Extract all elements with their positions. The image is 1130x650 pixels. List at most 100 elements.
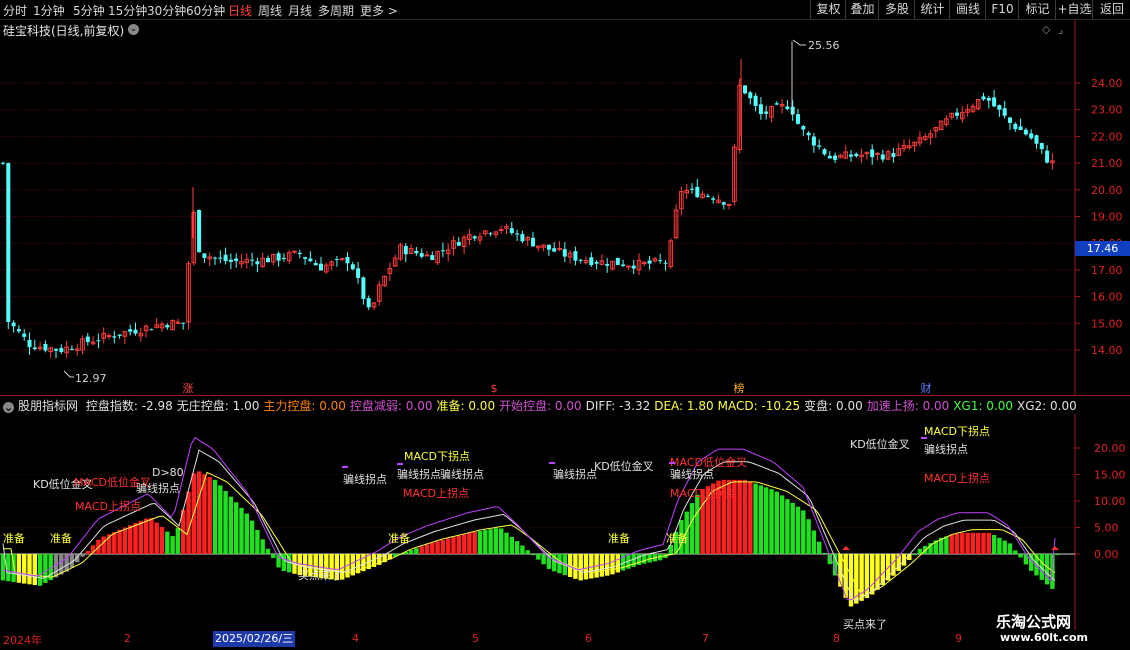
macd-bar <box>265 548 271 554</box>
ind-tick-label: 15.00 <box>1094 469 1126 482</box>
date-label: 2 <box>124 632 131 645</box>
event-marker: 榜 <box>734 381 745 395</box>
toolbar-button[interactable]: 多股 <box>878 0 915 19</box>
candle-body <box>880 154 885 160</box>
macd-bar <box>37 554 43 586</box>
signal-label: 准备 <box>666 531 688 545</box>
macd-bar <box>981 532 986 554</box>
marker-dash <box>397 463 403 465</box>
candle-body <box>303 257 308 259</box>
period-tab[interactable]: 30分钟 <box>147 2 186 19</box>
candle-body <box>334 258 339 260</box>
candle-body <box>658 260 663 262</box>
candle-body <box>785 106 790 110</box>
toolbar-button[interactable]: 返回 <box>1092 0 1130 19</box>
signal-label: KD低位金叉 <box>594 459 654 473</box>
macd-bar <box>212 479 218 554</box>
candle-body <box>562 249 567 257</box>
candle-body <box>647 260 652 264</box>
candle-body <box>806 132 811 136</box>
period-tab[interactable]: 日线 <box>228 2 252 19</box>
macd-bar <box>960 532 965 554</box>
candle-body <box>1023 129 1028 135</box>
toolbar-button[interactable]: 叠加 <box>845 0 879 19</box>
high-price-label: 25.56 <box>808 39 840 52</box>
toolbar-button[interactable]: 画线 <box>949 0 986 19</box>
macd-bar <box>488 529 493 554</box>
period-tab[interactable]: 5分钟 <box>73 2 105 19</box>
macd-bar <box>446 538 451 554</box>
macd-bar <box>779 495 785 554</box>
macd-bar <box>1018 554 1023 558</box>
macd-bar <box>461 534 467 554</box>
period-tab[interactable]: 更多 > <box>360 2 398 19</box>
date-label: 7 <box>702 632 709 645</box>
macd-bar <box>970 532 976 554</box>
macd-bar <box>27 554 32 585</box>
candle-body <box>223 254 228 262</box>
event-marker: $ <box>491 382 498 395</box>
candle-body <box>22 333 27 337</box>
date-axis: 2024年 2 2025/02/26/三 4 5 6 7 8 9 <box>0 631 1075 650</box>
date-label: 5 <box>472 632 479 645</box>
macd-bar <box>795 506 801 554</box>
period-tab[interactable]: 1分钟 <box>33 2 65 19</box>
macd-bar <box>234 502 239 554</box>
macd-bar <box>32 554 37 586</box>
indicator-chart[interactable]: 20.0015.0010.005.000.00KD低位金叉MACD低位金叉骗线拐… <box>0 396 1130 630</box>
candle-body <box>690 188 694 190</box>
toolbar-button[interactable]: 统计 <box>914 0 950 19</box>
candle-body <box>281 257 286 259</box>
candle-body <box>520 234 525 242</box>
candle-body <box>350 264 355 270</box>
candle-body <box>721 202 726 205</box>
macd-bar <box>1055 554 1060 555</box>
macd-bar <box>811 530 817 554</box>
macd-bar <box>80 554 85 557</box>
price-tick-label: 24.00 <box>1091 77 1123 90</box>
candlestick-chart[interactable]: 24.0023.0022.0021.0020.0019.0018.0017.00… <box>0 20 1130 396</box>
low-arrow <box>63 370 74 378</box>
candle-body <box>774 103 779 105</box>
candle-body <box>1034 135 1039 144</box>
macd-bar <box>541 554 546 565</box>
macd-bar <box>949 534 954 554</box>
candle-body <box>308 258 313 262</box>
macd-bar <box>408 550 414 554</box>
candle-body <box>631 265 636 269</box>
macd-bar <box>605 554 610 576</box>
period-tab[interactable]: 月线 <box>288 2 312 19</box>
candle-body <box>213 257 217 259</box>
signal-label: D>80 <box>152 466 184 479</box>
macd-bar <box>583 554 589 580</box>
candle-body <box>27 339 32 348</box>
candle-body <box>181 322 186 324</box>
period-tab[interactable]: 15分钟 <box>108 2 147 19</box>
macd-bar <box>11 554 16 583</box>
macd-bar <box>101 536 106 554</box>
toolbar-button[interactable]: 复权 <box>810 0 846 19</box>
ind-tick-label: 0.00 <box>1094 548 1119 561</box>
candle-body <box>695 186 700 198</box>
toolbar-button[interactable]: F10 <box>985 0 1019 19</box>
period-tab[interactable]: 多周期 <box>318 2 354 19</box>
period-tab[interactable]: 60分钟 <box>186 2 225 19</box>
candle-body <box>16 329 21 332</box>
macd-bar <box>536 554 541 560</box>
toolbar-button[interactable]: 标记 <box>1018 0 1056 19</box>
candle-body <box>255 261 260 265</box>
price-tick-label: 19.00 <box>1091 211 1123 224</box>
signal-label: MACD下拐点 <box>404 449 470 463</box>
macd-bar <box>615 554 620 573</box>
period-tab[interactable]: 分时 <box>3 2 27 19</box>
toolbar-button[interactable]: +自选 <box>1055 0 1093 19</box>
macd-bar <box>1007 543 1013 554</box>
candle-body <box>276 253 281 261</box>
candle-body <box>498 228 504 231</box>
candle-body <box>414 250 419 254</box>
period-tab[interactable]: 周线 <box>258 2 282 19</box>
macd-bar <box>917 548 923 554</box>
macd-bar <box>944 536 949 554</box>
macd-bar <box>228 496 234 554</box>
candle-body <box>430 255 435 260</box>
